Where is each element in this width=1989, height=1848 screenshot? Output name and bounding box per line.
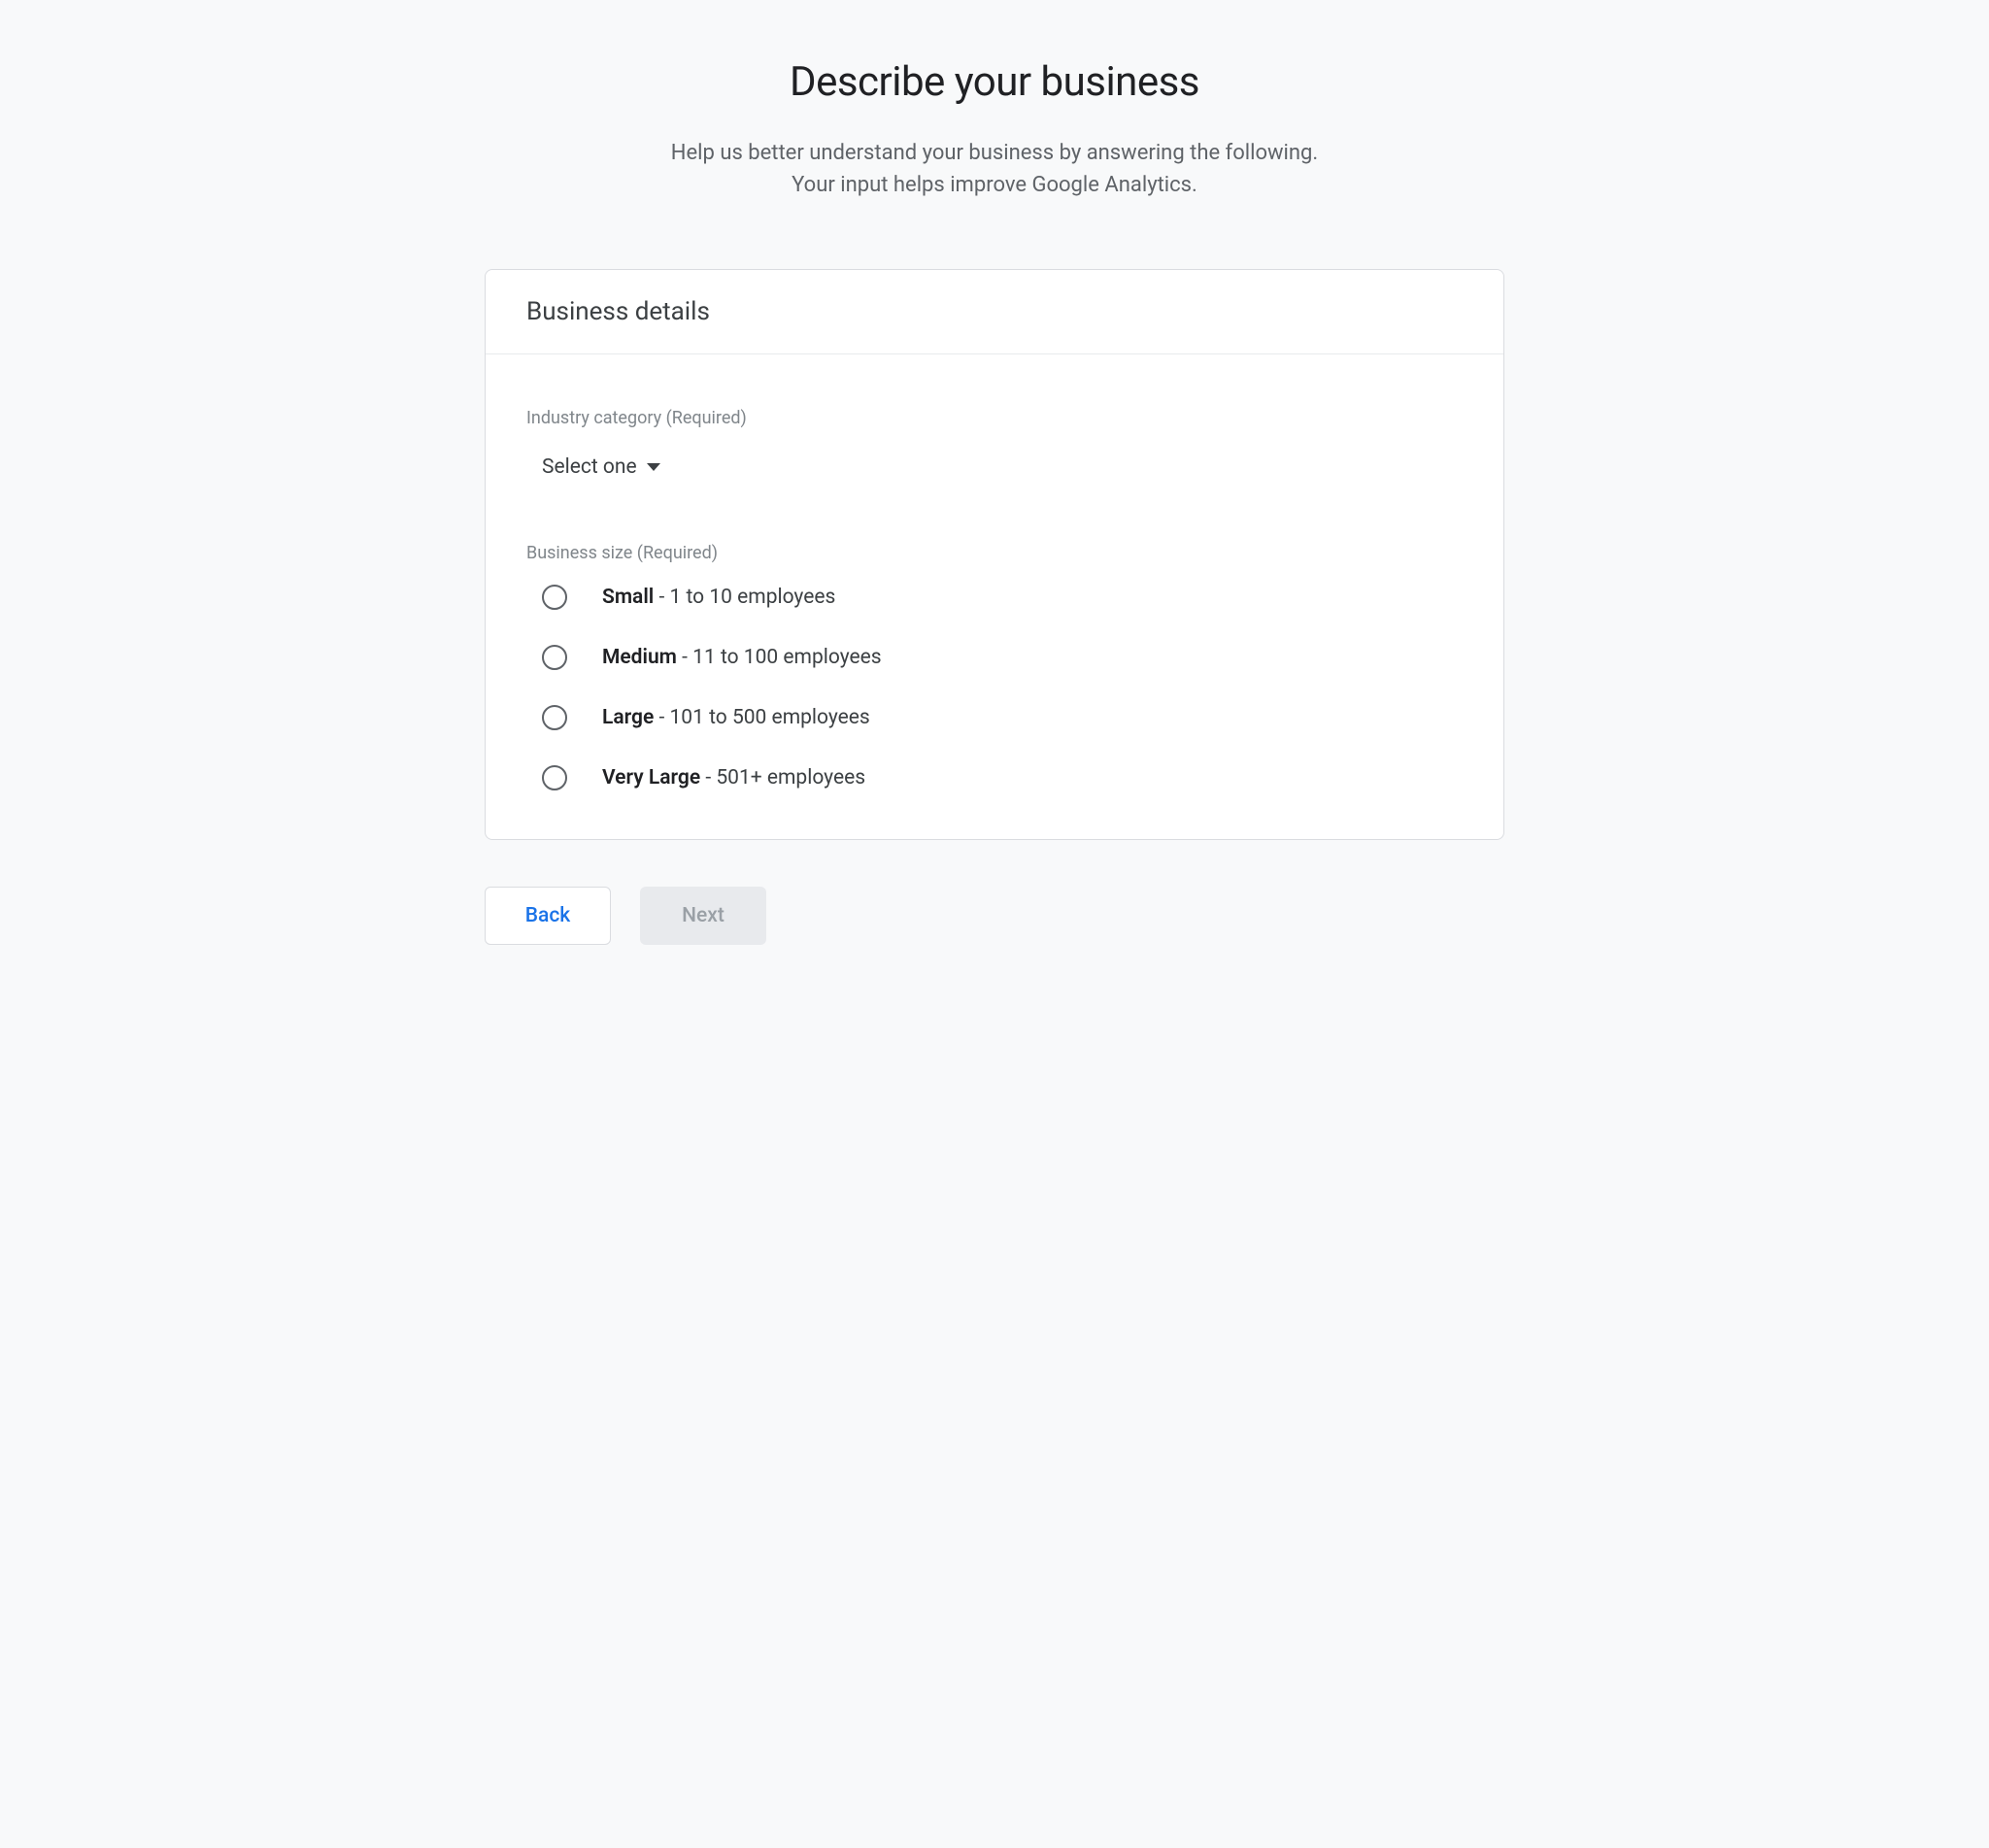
radio-label: Small - 1 to 10 employees [602, 586, 835, 609]
business-size-radio-group: Small - 1 to 10 employees Medium - 11 to… [526, 585, 1463, 790]
footer-buttons: Back Next [485, 887, 1504, 945]
back-button[interactable]: Back [485, 887, 611, 945]
radio-size-small[interactable]: Small - 1 to 10 employees [542, 585, 1463, 610]
radio-label-name: Medium [602, 646, 677, 669]
radio-label-desc: - 101 to 500 employees [654, 706, 870, 729]
radio-icon [542, 645, 567, 670]
radio-label-name: Large [602, 706, 654, 729]
subtitle-line-1: Help us better understand your business … [671, 141, 1318, 165]
radio-label-desc: - 501+ employees [700, 766, 865, 790]
industry-category-label: Industry category (Required) [526, 408, 1463, 428]
radio-size-very-large[interactable]: Very Large - 501+ employees [542, 765, 1463, 790]
radio-label-desc: - 1 to 10 employees [654, 586, 835, 609]
industry-category-select[interactable]: Select one [526, 450, 668, 485]
card-title: Business details [526, 297, 1463, 326]
radio-label: Medium - 11 to 100 employees [602, 646, 882, 669]
card-header: Business details [486, 270, 1503, 354]
radio-icon [542, 765, 567, 790]
business-details-card: Business details Industry category (Requ… [485, 269, 1504, 840]
industry-category-selected-value: Select one [542, 455, 637, 479]
page-title: Describe your business [485, 58, 1504, 106]
subtitle-line-2: Your input helps improve Google Analytic… [792, 173, 1197, 197]
caret-down-icon [647, 463, 660, 471]
radio-icon [542, 585, 567, 610]
page-subtitle: Help us better understand your business … [485, 137, 1504, 201]
radio-label-desc: - 11 to 100 employees [677, 646, 882, 669]
radio-label-name: Very Large [602, 766, 700, 790]
radio-label-name: Small [602, 586, 654, 609]
next-button[interactable]: Next [640, 887, 766, 945]
page-container: Describe your business Help us better un… [485, 58, 1504, 945]
radio-size-large[interactable]: Large - 101 to 500 employees [542, 705, 1463, 730]
radio-label: Large - 101 to 500 employees [602, 706, 870, 729]
radio-icon [542, 705, 567, 730]
radio-size-medium[interactable]: Medium - 11 to 100 employees [542, 645, 1463, 670]
business-size-label: Business size (Required) [526, 543, 1463, 563]
radio-label: Very Large - 501+ employees [602, 766, 865, 790]
card-body: Industry category (Required) Select one … [486, 354, 1503, 839]
